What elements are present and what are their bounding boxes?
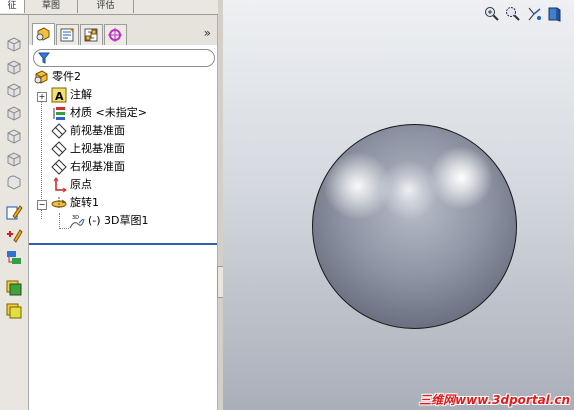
tab-evaluate[interactable]: 评估 <box>78 0 134 13</box>
tree-item-material[interactable]: 材质 <未指定> <box>49 104 215 122</box>
part-tree-icon <box>36 27 50 41</box>
panel-tabs: » <box>29 15 217 45</box>
tree-item-label: 注解 <box>70 88 92 101</box>
zoom-to-area-icon[interactable] <box>505 6 521 22</box>
configuration-icon <box>84 28 98 42</box>
tree-item-part[interactable]: 零件2 <box>31 68 215 86</box>
fillet-icon[interactable] <box>5 173 23 191</box>
extrude-cut-icon[interactable] <box>5 127 23 145</box>
plane-icon <box>51 159 67 175</box>
material-icon <box>51 105 67 121</box>
zoom-to-fit-icon[interactable] <box>484 6 500 22</box>
property-manager-tab[interactable] <box>56 24 79 45</box>
plane-icon <box>51 123 67 139</box>
expand-annotations-button[interactable]: + <box>37 92 47 102</box>
revolve-boss-icon[interactable] <box>5 58 23 76</box>
tree-item-right-plane[interactable]: 右视基准面 <box>49 158 215 176</box>
3d-sketch-icon: 3D <box>69 213 85 229</box>
filter-icon <box>38 52 50 64</box>
loft-icon[interactable] <box>5 104 23 122</box>
feature-tree-tab[interactable] <box>32 23 55 45</box>
tree-item-label: (-) 3D草图1 <box>88 214 149 227</box>
tree-item-label: 原点 <box>70 178 92 191</box>
collapse-revolve-button[interactable]: − <box>37 200 47 210</box>
sweep-icon[interactable] <box>5 81 23 99</box>
graphics-viewport[interactable]: 三维网www.3dportal.cn <box>223 0 574 410</box>
dimxpert-icon <box>108 28 122 42</box>
watermark: 三维网www.3dportal.cn <box>419 393 570 407</box>
copy-layer-icon[interactable] <box>5 302 23 320</box>
origin-icon <box>51 177 67 193</box>
revolve-cut-icon[interactable] <box>5 150 23 168</box>
tree-item-origin[interactable]: 原点 <box>49 176 215 194</box>
tab-features[interactable]: 征 <box>0 0 25 13</box>
tree-item-revolve[interactable]: 旋转1 <box>49 194 215 212</box>
section-view-icon[interactable] <box>546 6 562 22</box>
view-toolbar <box>484 6 568 24</box>
layer-icon[interactable] <box>5 279 23 297</box>
tree-item-front-plane[interactable]: 前视基准面 <box>49 122 215 140</box>
svg-text:A: A <box>55 90 64 103</box>
tree-item-annotations[interactable]: A 注解 <box>49 86 215 104</box>
annotations-icon: A <box>51 87 67 103</box>
tree-connector <box>59 213 60 229</box>
sphere-model[interactable] <box>312 124 517 329</box>
revolve-icon <box>51 195 67 211</box>
tree-item-label: 材质 <未指定> <box>70 106 147 119</box>
vertical-toolbar <box>0 15 29 410</box>
tree-item-3d-sketch[interactable]: 3D (-) 3D草图1 <box>67 212 215 230</box>
plane-icon <box>51 141 67 157</box>
rollback-bar[interactable] <box>29 243 217 245</box>
more-tabs-button[interactable]: » <box>204 26 211 40</box>
extrude-boss-icon[interactable] <box>5 35 23 53</box>
tree-item-label: 右视基准面 <box>70 160 125 173</box>
previous-view-icon[interactable] <box>526 6 542 22</box>
property-icon <box>60 28 74 42</box>
configuration-manager-tab[interactable] <box>80 24 103 45</box>
feature-manager-panel: » 零件2 + A 注解 材质 <未指定> 前视基准面 上视基准面 右视基准面 … <box>29 15 218 410</box>
sketch-icon[interactable] <box>5 203 23 221</box>
tree-item-label: 旋转1 <box>70 196 99 209</box>
tree-item-label: 上视基准面 <box>70 142 125 155</box>
dimxpert-tab[interactable] <box>104 24 127 45</box>
tree-item-label: 前视基准面 <box>70 124 125 137</box>
tree-item-label: 零件2 <box>52 70 81 83</box>
relations-icon[interactable] <box>5 249 23 267</box>
tab-sketch[interactable]: 草图 <box>25 0 78 13</box>
svg-text:3D: 3D <box>72 215 79 221</box>
feature-filter[interactable] <box>33 49 215 67</box>
tree-item-top-plane[interactable]: 上视基准面 <box>49 140 215 158</box>
smart-dimension-icon[interactable] <box>5 226 23 244</box>
command-manager-tabs: 征 草图 评估 <box>0 0 218 15</box>
part-icon <box>33 69 49 85</box>
